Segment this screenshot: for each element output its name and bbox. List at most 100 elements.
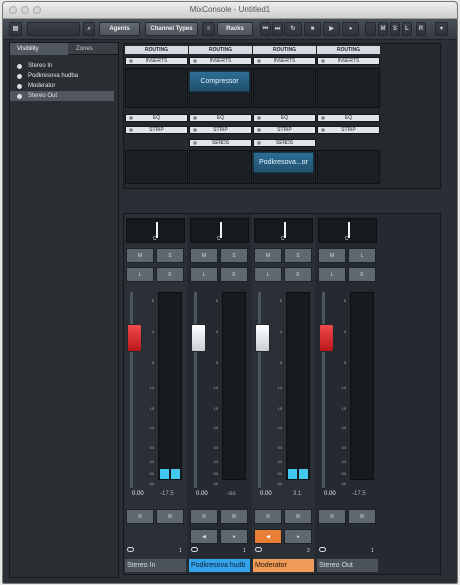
solo-button[interactable]: S (156, 248, 184, 263)
play-button[interactable]: ▶ (323, 22, 340, 36)
volume-fader[interactable] (127, 324, 142, 352)
edit-button[interactable]: E (156, 267, 184, 282)
skip-back-icon[interactable]: ⏮ (260, 22, 271, 36)
edit-button[interactable]: E (348, 267, 376, 282)
edit-button[interactable]: E (284, 267, 312, 282)
channel-name[interactable]: Stereo Out (317, 558, 378, 572)
racks-button[interactable]: Racks (217, 22, 253, 36)
menu-dropdown-icon[interactable]: ▾ (435, 22, 448, 36)
edit-button[interactable]: E (220, 267, 248, 282)
listen-button[interactable]: L (254, 267, 282, 282)
visibility-dot-icon[interactable] (17, 74, 22, 79)
mute-button[interactable]: M (126, 248, 154, 263)
send-slot[interactable] (317, 150, 380, 184)
tab-zones[interactable]: Zones (69, 43, 117, 55)
fader-value[interactable]: 0.00 (260, 491, 272, 497)
write-button[interactable]: W (220, 509, 248, 524)
inserts-header[interactable]: INSERTS (317, 57, 380, 65)
read-button[interactable]: R (318, 509, 346, 524)
tab-visibility[interactable]: Visibility (10, 43, 68, 55)
listen-button[interactable]: L (126, 267, 154, 282)
eq-header[interactable]: EQ (253, 114, 316, 122)
panel-toggle-icon[interactable]: ▤ (9, 22, 22, 36)
previous-track-icon[interactable]: ◀ (190, 529, 218, 544)
eq-header[interactable]: EQ (189, 114, 252, 122)
inserts-header[interactable]: INSERTS (253, 57, 316, 65)
read-button[interactable]: R (126, 509, 154, 524)
listen-button[interactable]: L (348, 248, 376, 263)
mute-button[interactable]: M (254, 248, 282, 263)
record-button[interactable]: ● (342, 22, 359, 36)
stop-button[interactable]: ■ (304, 22, 321, 36)
fader-track[interactable] (258, 292, 261, 488)
write-button[interactable]: W (284, 509, 312, 524)
fader-value[interactable]: 0.00 (196, 491, 208, 497)
visibility-dot-icon[interactable] (17, 94, 22, 99)
peak-value[interactable]: -17.5 (352, 491, 366, 497)
peak-value[interactable]: 3.1 (293, 491, 301, 497)
inserts-header[interactable]: INSERTS (125, 57, 188, 65)
strip-header[interactable]: STRIP (189, 126, 252, 134)
send-podkresova-moderator[interactable]: Podkresova...or (253, 152, 314, 173)
solo-button[interactable]: S (220, 248, 248, 263)
record-enable-icon[interactable]: ● (284, 529, 312, 544)
visibility-item-stereo-in[interactable]: Stereo In (10, 61, 114, 71)
write-button[interactable]: W (156, 509, 184, 524)
search-dropdown[interactable] (27, 22, 80, 36)
insert-slot[interactable] (125, 68, 188, 108)
routing-header[interactable]: ROUTING (189, 46, 252, 54)
fader-value[interactable]: 0.00 (324, 491, 336, 497)
mute-button[interactable]: M (190, 248, 218, 263)
previous-track-icon[interactable]: ◀ (254, 529, 282, 544)
inserts-header[interactable]: INSERTS (189, 57, 252, 65)
volume-fader[interactable] (191, 324, 206, 352)
m-toolbar-button[interactable]: M (378, 22, 388, 36)
solo-button[interactable]: S (284, 248, 312, 263)
visibility-dot-icon[interactable] (17, 84, 22, 89)
monitor-toggle-icon[interactable] (365, 22, 376, 36)
visibility-item-stereo-out[interactable]: Stereo Out (10, 91, 114, 101)
strip-header[interactable]: STRIP (125, 126, 188, 134)
fader-value[interactable]: 0.00 (132, 491, 144, 497)
channel-name[interactable]: Moderator (253, 558, 314, 572)
compressor-insert[interactable]: Compressor (189, 71, 250, 92)
visibility-dot-icon[interactable] (17, 64, 22, 69)
pan-control[interactable]: C (318, 218, 377, 243)
send-slot[interactable] (125, 150, 188, 184)
eq-header[interactable]: EQ (125, 114, 188, 122)
r-toolbar-button[interactable]: R (416, 22, 426, 36)
l-toolbar-button[interactable]: L (402, 22, 412, 36)
listen-button[interactable]: L (190, 267, 218, 282)
volume-fader[interactable] (255, 324, 270, 352)
visibility-item-podkresova-hudba[interactable]: Podkresova hudba (10, 71, 114, 81)
listen-button[interactable]: L (318, 267, 346, 282)
fader-track[interactable] (130, 292, 133, 488)
strip-header[interactable]: STRIP (317, 126, 380, 134)
peak-value[interactable]: -oo (227, 491, 236, 497)
search-icon[interactable]: ⌕ (83, 22, 95, 36)
volume-fader[interactable] (319, 324, 334, 352)
routing-header[interactable]: ROUTING (317, 46, 380, 54)
agents-button[interactable]: Agents (99, 22, 140, 36)
pan-control[interactable]: C (126, 218, 185, 243)
record-enable-icon[interactable]: ● (220, 529, 248, 544)
peak-value[interactable]: -17.5 (160, 491, 174, 497)
insert-slot[interactable] (253, 68, 316, 108)
channel-name[interactable]: Podkresova hudb (189, 558, 250, 572)
routing-header[interactable]: ROUTING (125, 46, 188, 54)
mute-button[interactable]: M (318, 248, 346, 263)
visibility-item-moderator[interactable]: Moderator (10, 81, 114, 91)
skip-forward-icon[interactable]: ⏭ (272, 22, 283, 36)
sends-header[interactable]: SENDS (253, 139, 316, 147)
fader-track[interactable] (194, 292, 197, 488)
eq-header[interactable]: EQ (317, 114, 380, 122)
pan-control[interactable]: C (254, 218, 313, 243)
racks-icon[interactable]: ≡ (202, 22, 215, 36)
send-slot[interactable] (189, 150, 252, 184)
s-toolbar-button[interactable]: S (390, 22, 400, 36)
channel-name[interactable]: Stereo In (125, 558, 186, 572)
routing-header[interactable]: ROUTING (253, 46, 316, 54)
write-button[interactable]: W (348, 509, 376, 524)
channel-types-button[interactable]: Channel Types (145, 22, 198, 36)
pan-control[interactable]: C (190, 218, 249, 243)
